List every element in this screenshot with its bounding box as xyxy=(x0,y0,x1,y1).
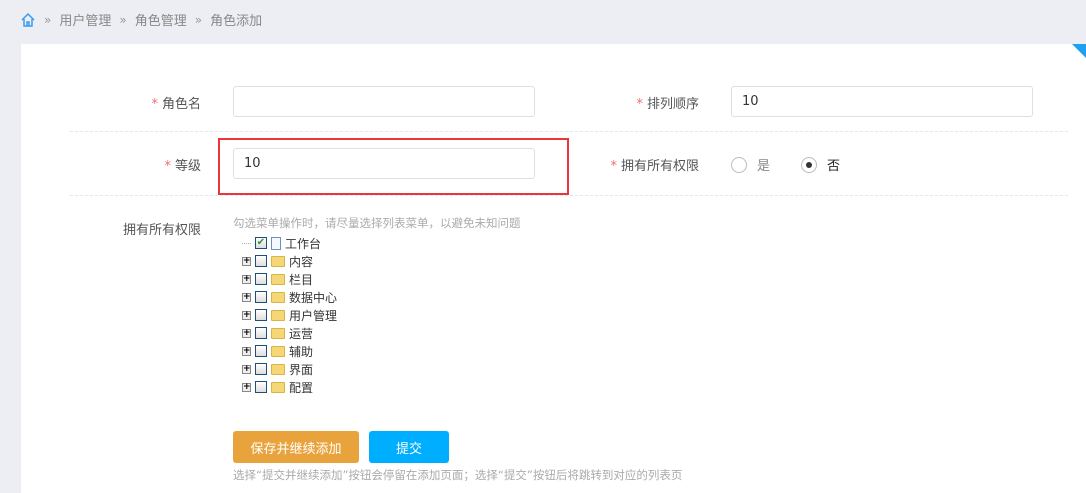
tree-node[interactable]: + 用户管理 xyxy=(242,306,337,324)
divider xyxy=(70,195,1068,196)
tree-node-label[interactable]: 配置 xyxy=(289,379,313,396)
expand-icon[interactable]: + xyxy=(242,256,251,266)
form-card: *角色名 *排列顺序 *等级 *拥有所有权限 是 否 拥有所有权限 勾选菜单操作… xyxy=(21,44,1086,493)
tree-node-label[interactable]: 内容 xyxy=(289,253,313,270)
radio-no[interactable]: 否 xyxy=(801,155,840,174)
tree-node-label[interactable]: 栏目 xyxy=(289,271,313,288)
save-continue-button[interactable]: 保存并继续添加 xyxy=(233,431,359,463)
highlight-box xyxy=(218,138,569,195)
radio-circle-checked[interactable] xyxy=(801,156,817,173)
perms-label: 拥有所有权限 xyxy=(122,223,201,238)
level-label: * 等级 xyxy=(164,159,201,174)
folder-icon xyxy=(271,345,285,357)
breadcrumb-role-mgmt[interactable]: 角色管理 xyxy=(135,10,187,29)
corner-decoration xyxy=(1072,44,1086,58)
role-name-label: * 角色名 xyxy=(151,97,201,112)
checkbox[interactable] xyxy=(255,291,267,303)
checkbox[interactable] xyxy=(255,255,267,267)
expand-icon[interactable]: + xyxy=(242,382,251,392)
checkbox[interactable] xyxy=(255,273,267,285)
folder-icon xyxy=(271,291,285,303)
home-icon[interactable] xyxy=(20,12,36,28)
tree-node-label[interactable]: 工作台 xyxy=(285,235,321,252)
folder-icon xyxy=(271,363,285,375)
breadcrumb-sep: » xyxy=(119,12,127,27)
radio-yes[interactable]: 是 xyxy=(731,155,770,174)
divider xyxy=(70,131,1068,132)
breadcrumb: » 用户管理 » 角色管理 » 角色添加 xyxy=(20,10,262,29)
tree-node[interactable]: + 栏目 xyxy=(242,270,337,288)
breadcrumb-sep: » xyxy=(44,12,52,27)
folder-icon xyxy=(271,381,285,393)
tree-node-label[interactable]: 辅助 xyxy=(289,343,313,360)
tree-node[interactable]: + 配置 xyxy=(242,378,337,396)
checkbox[interactable] xyxy=(255,309,267,321)
tree-node-label[interactable]: 运营 xyxy=(289,325,313,342)
tree-line xyxy=(242,242,251,244)
folder-icon xyxy=(271,255,285,267)
tree-node[interactable]: + 内容 xyxy=(242,252,337,270)
perms-hint: 勾选菜单操作时，请尽量选择列表菜单，以避免未知问题 xyxy=(233,216,521,230)
buttons-note: 选择“提交并继续添加”按钮会停留在添加页面；选择“提交”按钮后将跳转到对应的列表… xyxy=(233,468,683,482)
file-icon xyxy=(271,236,281,250)
submit-button[interactable]: 提交 xyxy=(369,431,449,463)
sort-order-input[interactable] xyxy=(731,86,1033,117)
checkbox[interactable] xyxy=(255,345,267,357)
tree-node-label[interactable]: 数据中心 xyxy=(289,289,337,306)
breadcrumb-sep: » xyxy=(194,12,203,27)
checkbox[interactable] xyxy=(255,381,267,393)
checkbox[interactable] xyxy=(255,327,267,339)
folder-icon xyxy=(271,309,285,321)
folder-icon xyxy=(271,273,285,285)
expand-icon[interactable]: + xyxy=(242,364,251,374)
checkbox[interactable] xyxy=(255,363,267,375)
tree-node[interactable]: + 数据中心 xyxy=(242,288,337,306)
expand-icon[interactable]: + xyxy=(242,328,251,338)
tree-node[interactable]: ✔ 工作台 xyxy=(242,234,337,252)
tree-node-label[interactable]: 用户管理 xyxy=(289,307,337,324)
tree-node[interactable]: + 运营 xyxy=(242,324,337,342)
sort-order-label: * 排列顺序 xyxy=(636,97,699,112)
tree-node[interactable]: + 界面 xyxy=(242,360,337,378)
tree-node-label[interactable]: 界面 xyxy=(289,361,313,378)
breadcrumb-role-add: 角色添加 xyxy=(210,14,263,29)
role-name-input[interactable] xyxy=(233,86,535,117)
radio-circle[interactable] xyxy=(731,156,747,173)
folder-icon xyxy=(271,327,285,339)
expand-icon[interactable]: + xyxy=(242,310,251,320)
all-perm-label: * 拥有所有权限 xyxy=(610,159,699,174)
permission-tree: ✔ 工作台 + 内容 + 栏目 + 数据中心 + 用户管理 + 运营 + 辅助 + 界面 + 配置 xyxy=(242,234,337,396)
expand-icon[interactable]: + xyxy=(242,292,251,302)
expand-icon[interactable]: + xyxy=(242,346,251,356)
checkbox-checked[interactable]: ✔ xyxy=(255,237,267,249)
breadcrumb-user-mgmt[interactable]: 用户管理 xyxy=(59,10,111,29)
tree-node[interactable]: + 辅助 xyxy=(242,342,337,360)
expand-icon[interactable]: + xyxy=(242,274,251,284)
